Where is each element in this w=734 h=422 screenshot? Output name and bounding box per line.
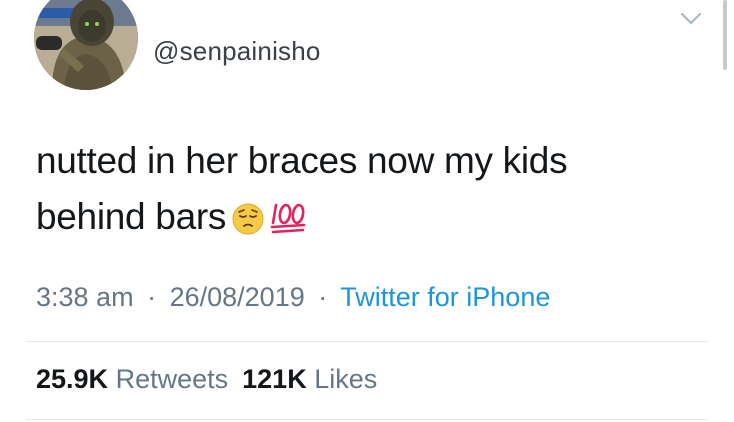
tweet-line-2: behind bars bbox=[36, 189, 696, 251]
likes-label: Likes bbox=[314, 364, 378, 394]
likes-count: 121K bbox=[242, 364, 307, 394]
hundred-points-icon bbox=[270, 195, 308, 251]
retweets-count: 25.9K bbox=[36, 364, 109, 394]
user-handle[interactable]: @senpainisho bbox=[153, 36, 321, 67]
retweets-stat[interactable]: 25.9K Retweets bbox=[36, 364, 228, 394]
scrollbar[interactable] bbox=[723, 0, 727, 70]
tweet-source-link[interactable]: Twitter for iPhone bbox=[340, 282, 550, 312]
tweet-line-2-text: behind bars bbox=[36, 196, 227, 237]
tweet-text: nutted in her braces now my kids behind … bbox=[36, 133, 696, 251]
chevron-down-icon[interactable] bbox=[679, 8, 703, 28]
pensive-face-icon bbox=[232, 195, 264, 251]
tweet-time[interactable]: 3:38 am bbox=[36, 282, 134, 312]
likes-stat[interactable]: 121K Likes bbox=[242, 364, 377, 394]
tweet-date[interactable]: 26/08/2019 bbox=[170, 282, 305, 312]
divider bbox=[26, 419, 708, 420]
avatar[interactable] bbox=[34, 0, 138, 90]
divider bbox=[26, 341, 708, 342]
avatar-image bbox=[34, 0, 138, 90]
tweet-line-1: nutted in her braces now my kids bbox=[36, 140, 568, 181]
meta-separator: · bbox=[147, 282, 157, 312]
tweet-meta: 3:38 am · 26/08/2019 · Twitter for iPhon… bbox=[36, 282, 550, 313]
retweets-label: Retweets bbox=[115, 364, 229, 394]
meta-separator: · bbox=[318, 282, 328, 312]
tweet-stats: 25.9K Retweets 121K Likes bbox=[36, 364, 377, 395]
